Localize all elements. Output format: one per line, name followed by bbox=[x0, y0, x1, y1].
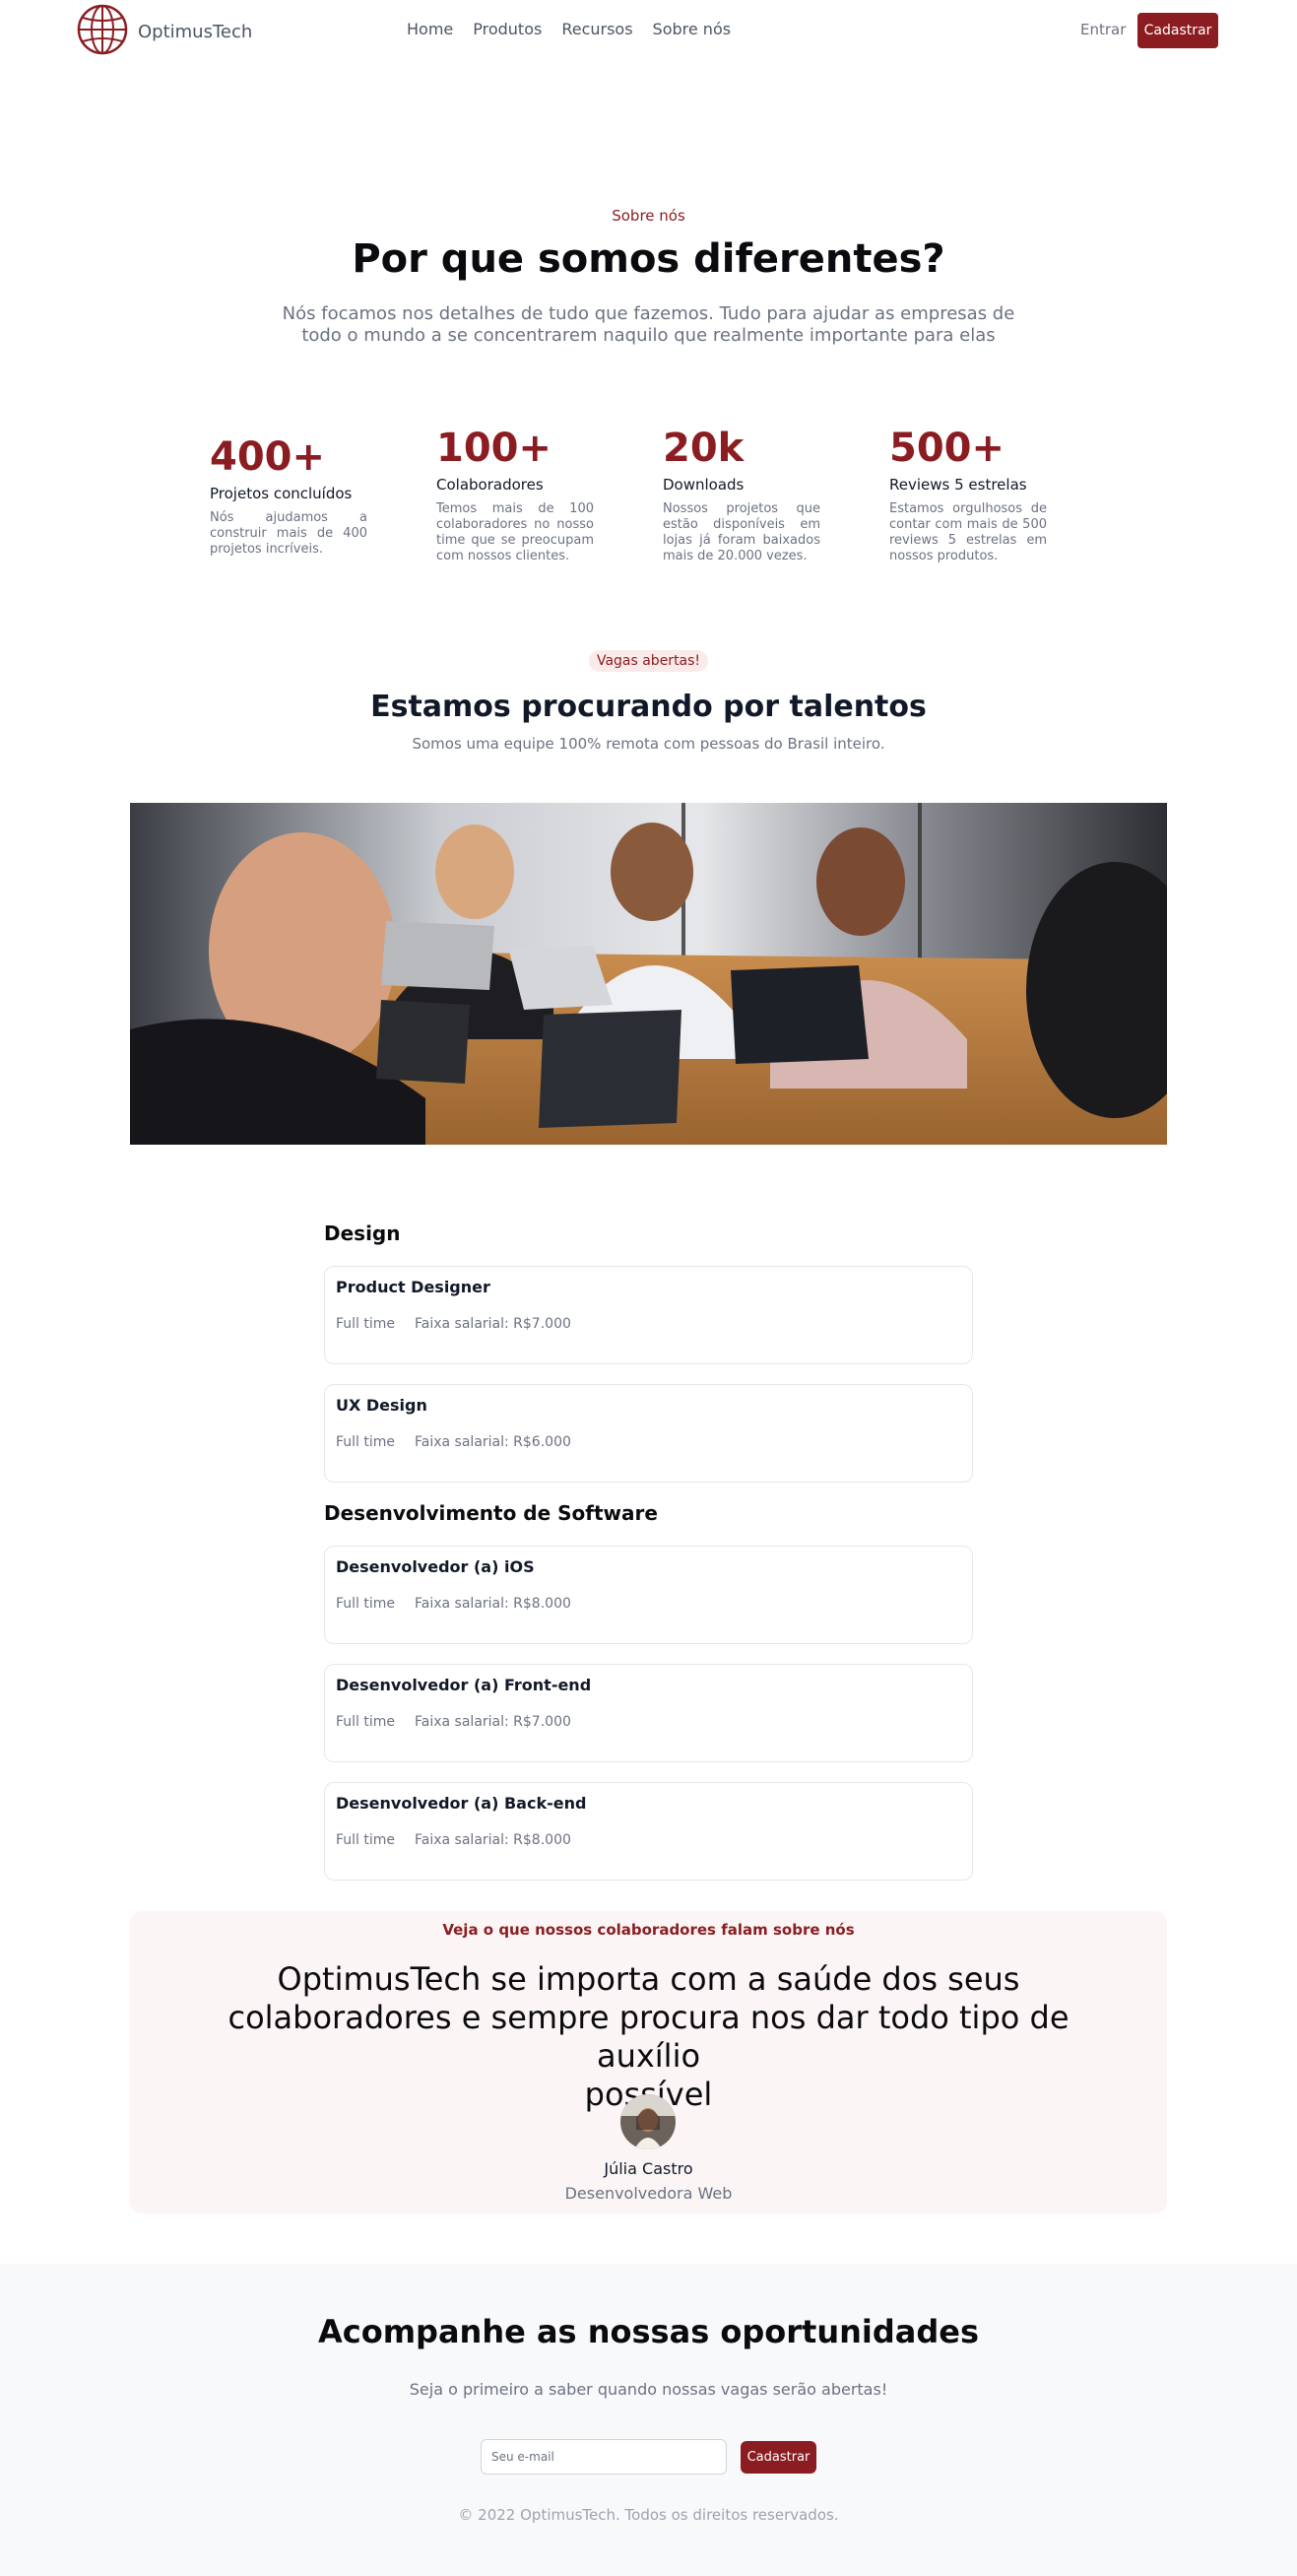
newsletter-subtitle: Seja o primeiro a saber quando nossas va… bbox=[409, 2380, 888, 2399]
stat-description: Estamos orgulhosos de contar com mais de… bbox=[889, 501, 1047, 563]
copyright-text: © 2022 OptimusTech. Todos os direitos re… bbox=[458, 2506, 839, 2524]
globe-icon bbox=[77, 4, 128, 59]
job-card-back-end[interactable]: Desenvolvedor (a) Back-end Full time Fai… bbox=[324, 1782, 973, 1881]
testimonial-quote-line: colaboradores e sempre procura nos dar t… bbox=[227, 1999, 1070, 2075]
stat-description: Nossos projetos que estão disponíveis em… bbox=[663, 501, 820, 563]
job-title: Desenvolvedor (a) Back-end bbox=[336, 1794, 587, 1813]
brand-name: OptimusTech bbox=[138, 21, 253, 42]
nav-link-sobre-nos[interactable]: Sobre nós bbox=[653, 20, 732, 38]
job-type: Full time bbox=[336, 1832, 396, 1848]
stat-label: Downloads bbox=[663, 476, 745, 494]
hero-eyebrow: Sobre nós bbox=[612, 207, 685, 225]
stat-description: Temos mais de 100 colaboradores no nosso… bbox=[436, 501, 594, 563]
hero-description: Nós focamos nos detalhes de tudo que faz… bbox=[0, 303, 1297, 347]
stat-value: 500+ bbox=[889, 426, 1005, 471]
job-salary: Faixa salarial: R$7.000 bbox=[415, 1714, 571, 1730]
stat-label: Colaboradores bbox=[436, 476, 544, 494]
job-category-software: Desenvolvimento de Software bbox=[324, 1501, 658, 1525]
job-card-product-designer[interactable]: Product Designer Full time Faixa salaria… bbox=[324, 1266, 973, 1364]
job-card-ios[interactable]: Desenvolvedor (a) iOS Full time Faixa sa… bbox=[324, 1546, 973, 1644]
job-title: Desenvolvedor (a) Front-end bbox=[336, 1676, 592, 1694]
stat-downloads: 20k Downloads Nossos projetos que estão … bbox=[663, 425, 820, 564]
newsletter-title: Acompanhe as nossas oportunidades bbox=[317, 2313, 980, 2350]
testimonial-eyebrow: Veja o que nossos colaboradores falam so… bbox=[442, 1921, 855, 1939]
stat-description: Nós ajudamos a construir mais de 400 pro… bbox=[210, 510, 367, 557]
job-title: UX Design bbox=[336, 1396, 427, 1415]
job-title: Product Designer bbox=[336, 1278, 490, 1296]
brand-logo[interactable]: OptimusTech bbox=[77, 4, 252, 59]
careers-title: Estamos procurando por talentos bbox=[370, 690, 927, 724]
testimonial-quote: OptimusTech se importa com a saúde dos s… bbox=[179, 1960, 1118, 2114]
nav-link-home[interactable]: Home bbox=[407, 20, 453, 38]
hero-description-line: todo o mundo a se concentrarem naquilo q… bbox=[301, 325, 996, 346]
careers-badge-wrap: Vagas abertas! bbox=[0, 650, 1297, 672]
stat-collaborators: 100+ Colaboradores Temos mais de 100 col… bbox=[436, 425, 594, 564]
signup-button[interactable]: Cadastrar bbox=[1137, 13, 1218, 48]
stat-reviews: 500+ Reviews 5 estrelas Estamos orgulhos… bbox=[889, 425, 1047, 564]
careers-subtitle: Somos uma equipe 100% remota com pessoas… bbox=[412, 735, 885, 753]
job-salary: Faixa salarial: R$8.000 bbox=[415, 1596, 571, 1612]
testimonial-quote-line: OptimusTech se importa com a saúde dos s… bbox=[277, 1960, 1020, 1998]
job-type: Full time bbox=[336, 1434, 396, 1450]
nav-link-recursos[interactable]: Recursos bbox=[561, 20, 632, 38]
newsletter-footer: Acompanhe as nossas oportunidades Seja o… bbox=[0, 2264, 1297, 2576]
job-salary: Faixa salarial: R$8.000 bbox=[415, 1832, 571, 1848]
newsletter-signup-button[interactable]: Cadastrar bbox=[741, 2441, 816, 2474]
nav-link-produtos[interactable]: Produtos bbox=[473, 20, 542, 38]
testimonial-author-name: Júlia Castro bbox=[604, 2159, 693, 2178]
job-type: Full time bbox=[336, 1596, 396, 1612]
open-positions-badge: Vagas abertas! bbox=[588, 650, 709, 672]
stat-projects: 400+ Projetos concluídos Nós ajudamos a … bbox=[210, 433, 367, 558]
job-salary: Faixa salarial: R$7.000 bbox=[415, 1316, 571, 1332]
team-photo bbox=[130, 803, 1167, 1145]
job-type: Full time bbox=[336, 1714, 396, 1730]
job-category-design: Design bbox=[324, 1222, 401, 1245]
avatar bbox=[620, 2094, 676, 2149]
job-card-ux-design[interactable]: UX Design Full time Faixa salarial: R$6.… bbox=[324, 1384, 973, 1483]
login-link[interactable]: Entrar bbox=[1080, 21, 1126, 38]
job-salary: Faixa salarial: R$6.000 bbox=[415, 1434, 571, 1450]
stat-value: 100+ bbox=[436, 426, 552, 471]
stat-label: Reviews 5 estrelas bbox=[889, 476, 1027, 494]
job-title: Desenvolvedor (a) iOS bbox=[336, 1557, 535, 1576]
stat-label: Projetos concluídos bbox=[210, 485, 353, 502]
job-type: Full time bbox=[336, 1316, 396, 1332]
stat-value: 400+ bbox=[210, 434, 326, 480]
hero-description-line: Nós focamos nos detalhes de tudo que faz… bbox=[282, 303, 1015, 324]
stat-value: 20k bbox=[663, 426, 745, 471]
email-field[interactable] bbox=[481, 2439, 727, 2475]
testimonial-author-role: Desenvolvedora Web bbox=[564, 2184, 733, 2203]
main-menu: Home Produtos Recursos Sobre nós bbox=[407, 20, 731, 38]
hero-title: Por que somos diferentes? bbox=[352, 236, 945, 282]
top-navbar: OptimusTech Home Produtos Recursos Sobre… bbox=[0, 0, 1297, 61]
job-card-front-end[interactable]: Desenvolvedor (a) Front-end Full time Fa… bbox=[324, 1664, 973, 1762]
testimonial-card: Veja o que nossos colaboradores falam so… bbox=[130, 1911, 1167, 2213]
